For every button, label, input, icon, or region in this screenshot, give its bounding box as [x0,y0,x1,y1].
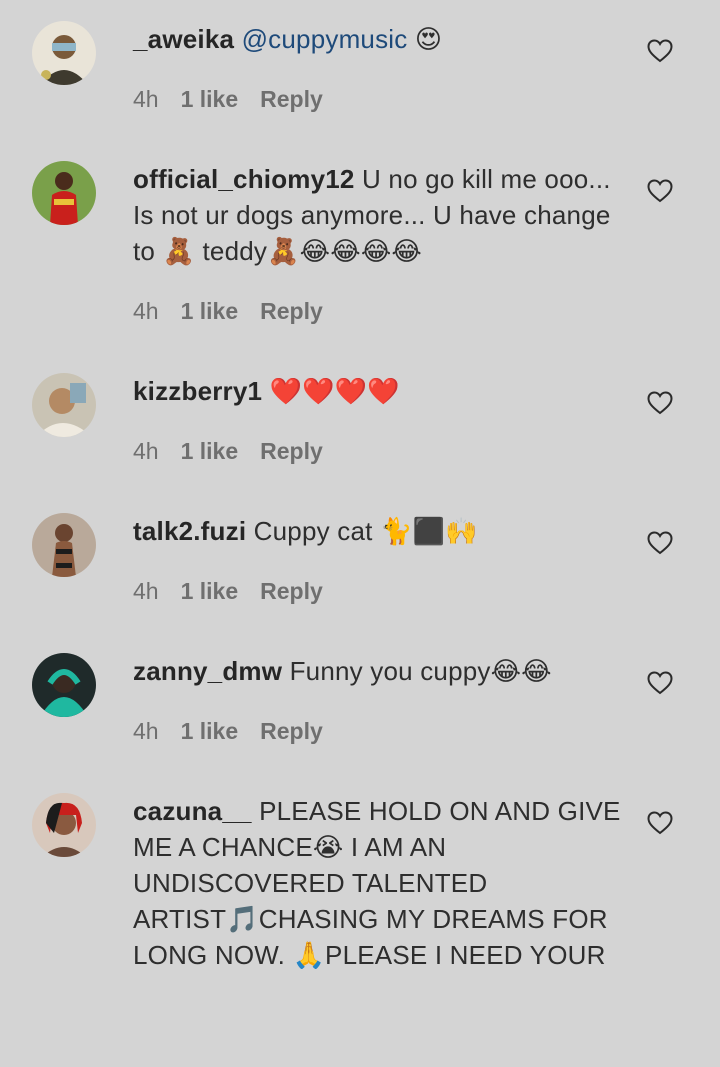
heart-icon[interactable] [647,39,673,63]
heart-icon[interactable] [647,179,673,203]
like-count[interactable]: 1 like [181,86,239,112]
comment-text: kizzberry1 ❤️❤️❤️❤️ [133,373,623,409]
mention-link[interactable]: @cuppymusic [242,24,408,54]
timestamp: 4h [133,718,159,744]
like-count[interactable]: 1 like [181,438,239,464]
comment-body: Cuppy cat 🐈⬛🙌 [246,516,478,546]
comments-feed: _aweika @cuppymusic 😍 4h 1 like Reply offi… [0,0,720,1067]
comment-body: ❤️❤️❤️❤️ [262,376,400,406]
avatar[interactable] [32,513,96,577]
timestamp: 4h [133,298,159,324]
like-count[interactable]: 1 like [181,718,239,744]
bottom-blank-area [0,982,720,1067]
reply-button[interactable]: Reply [260,438,323,464]
comment-text: cazuna__ PLEASE HOLD ON AND GIVE ME A CH… [133,793,623,969]
avatar[interactable] [32,21,96,85]
comment-text: _aweika @cuppymusic 😍 [133,21,623,57]
reply-button[interactable]: Reply [260,86,323,112]
avatar[interactable] [32,161,96,225]
username[interactable]: cazuna__ [133,796,252,826]
comment-text: talk2.fuzi Cuppy cat 🐈⬛🙌 [133,513,623,549]
comment-text: zanny_dmw Funny you cuppy😂😂 [133,653,623,689]
username[interactable]: official_chiomy12 [133,164,355,194]
reply-button[interactable]: Reply [260,578,323,604]
like-count[interactable]: 1 like [181,578,239,604]
like-count[interactable]: 1 like [181,298,239,324]
heart-icon[interactable] [647,391,673,415]
avatar[interactable] [32,653,96,717]
timestamp: 4h [133,578,159,604]
heart-icon[interactable] [647,531,673,555]
avatar[interactable] [32,373,96,437]
reply-button[interactable]: Reply [260,718,323,744]
timestamp: 4h [133,438,159,464]
comment-meta: 4h 1 like Reply [133,716,323,746]
comment-meta: 4h 1 like Reply [133,84,323,114]
heart-icon[interactable] [647,671,673,695]
avatar[interactable] [32,793,96,857]
timestamp: 4h [133,86,159,112]
comment-body: Funny you cuppy😂😂 [282,656,552,686]
heart-icon[interactable] [647,811,673,835]
reply-button[interactable]: Reply [260,298,323,324]
comment-text: official_chiomy12 U no go kill me ooo...… [133,161,623,269]
comment-meta: 4h 1 like Reply [133,576,323,606]
comment-meta: 4h 1 like Reply [133,296,323,326]
username[interactable]: talk2.fuzi [133,516,246,546]
comment-body: 😍 [407,24,443,54]
username[interactable]: kizzberry1 [133,376,262,406]
comment-meta: 4h 1 like Reply [133,436,323,466]
username[interactable]: zanny_dmw [133,656,282,686]
username[interactable]: _aweika [133,24,234,54]
